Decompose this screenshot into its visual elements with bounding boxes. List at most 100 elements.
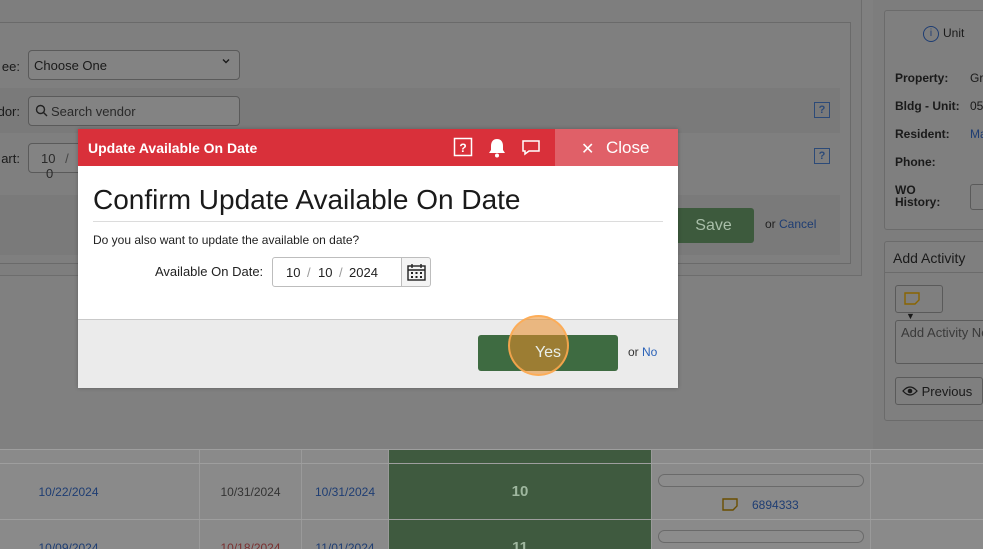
table-cell bbox=[652, 450, 871, 463]
close-label: Close bbox=[606, 138, 650, 157]
table-row: 10/22/2024 10/31/2024 10/31/2024 10 6894… bbox=[0, 463, 983, 519]
modal-header: Update Available On Date ? ✕ Close bbox=[78, 129, 678, 166]
table-cell bbox=[302, 450, 389, 463]
table-cell-date-link[interactable]: 11/01/2024 bbox=[302, 541, 388, 549]
calendar-icon bbox=[407, 263, 426, 284]
table-cell-date-link[interactable]: 10/22/2024 bbox=[0, 485, 199, 499]
note-type-dropdown[interactable]: ▼ bbox=[895, 285, 943, 321]
add-activity-title: Add Activity bbox=[893, 250, 966, 266]
start-day: 0 bbox=[46, 166, 54, 181]
note-link[interactable]: 6894333 bbox=[752, 498, 799, 512]
resident-link[interactable]: Ma bbox=[970, 127, 983, 141]
add-activity-panel: Add Activity ▼ Add Activity No Previous bbox=[884, 241, 983, 421]
table-cell bbox=[200, 450, 302, 463]
bldg-unit-label: Bldg - Unit: bbox=[895, 99, 960, 113]
chevron-down-icon bbox=[221, 56, 231, 69]
progress-bar bbox=[658, 530, 864, 543]
modal-title: Update Available On Date bbox=[88, 140, 258, 156]
table-cell bbox=[0, 450, 200, 463]
or-text: or bbox=[628, 345, 639, 359]
add-activity-input[interactable]: Add Activity No bbox=[895, 320, 983, 364]
vendor-search-placeholder: Search vendor bbox=[51, 104, 136, 119]
help-icon[interactable]: ? bbox=[814, 148, 830, 164]
sticky-note-icon bbox=[722, 497, 738, 514]
start-month: 10 bbox=[41, 151, 56, 166]
table-cell-date: 10/18/2024 bbox=[220, 541, 281, 549]
vendor-search-input[interactable]: Search vendor bbox=[28, 96, 240, 126]
vendor-row: dor: Search vendor ? bbox=[0, 88, 840, 133]
table-cell-date-link[interactable]: 10/31/2024 bbox=[302, 485, 388, 499]
table-cell-date-link[interactable]: 10/09/2024 bbox=[0, 541, 199, 549]
calendar-button[interactable] bbox=[401, 257, 431, 287]
search-icon bbox=[35, 104, 48, 120]
assignee-select[interactable]: Choose One bbox=[28, 50, 240, 80]
start-label: art: bbox=[1, 151, 20, 166]
modal-question: Do you also want to update the available… bbox=[93, 233, 360, 247]
table-cell-count: 10 bbox=[389, 464, 652, 519]
unit-heading-label: Unit bbox=[943, 26, 965, 41]
divider bbox=[885, 272, 983, 273]
count-value: 11 bbox=[512, 539, 528, 549]
bldg-unit-value: 05 bbox=[970, 99, 983, 113]
help-icon[interactable]: ? bbox=[453, 137, 475, 159]
modal-footer: Yes or No bbox=[78, 315, 678, 388]
table-cell bbox=[389, 450, 652, 463]
work-order-table: 10/22/2024 10/31/2024 10/31/2024 10 6894… bbox=[0, 449, 983, 549]
history-label: History: bbox=[895, 195, 941, 209]
svg-text:?: ? bbox=[459, 141, 466, 155]
no-link[interactable]: No bbox=[642, 345, 657, 359]
vendor-label: dor: bbox=[0, 104, 20, 119]
bell-icon[interactable] bbox=[486, 137, 508, 159]
table-cell: 10/22/2024 bbox=[0, 464, 200, 519]
or-no: or No bbox=[628, 345, 657, 359]
yes-label: Yes bbox=[534, 344, 562, 361]
modal-heading: Confirm Update Available On Date bbox=[93, 184, 521, 215]
date-month[interactable]: 10 bbox=[286, 265, 300, 280]
or-text: or bbox=[765, 217, 776, 231]
resident-label: Resident: bbox=[895, 127, 950, 141]
table-cell: 6894333 bbox=[652, 464, 871, 519]
table-cell: 11/01/2024 bbox=[302, 520, 389, 549]
or-cancel: or Cancel bbox=[765, 217, 816, 231]
table-cell: 10/18/2024 bbox=[200, 520, 302, 549]
property-label: Property: bbox=[895, 71, 949, 85]
date-year[interactable]: 2024 bbox=[349, 265, 378, 280]
date-separator: / bbox=[307, 265, 311, 280]
date-separator: / bbox=[339, 265, 343, 280]
phone-label: Phone: bbox=[895, 155, 936, 169]
wo-history-button[interactable] bbox=[970, 184, 983, 210]
save-button[interactable]: Save bbox=[673, 208, 754, 243]
table-row bbox=[0, 449, 983, 463]
progress-bar bbox=[658, 474, 864, 487]
divider bbox=[93, 221, 663, 222]
info-icon: i bbox=[923, 26, 939, 42]
date-day[interactable]: 10 bbox=[318, 265, 332, 280]
previous-button[interactable]: Previous bbox=[895, 377, 983, 405]
eye-icon bbox=[902, 384, 922, 399]
table-cell-date: 10/31/2024 bbox=[220, 485, 281, 499]
cancel-link[interactable]: Cancel bbox=[779, 217, 816, 231]
close-button[interactable]: ✕ Close bbox=[555, 129, 678, 166]
table-cell: 10/09/2024 bbox=[0, 520, 200, 549]
unit-heading: i Unit bbox=[923, 26, 964, 42]
property-value: Gr bbox=[970, 71, 983, 85]
table-cell-count: 11 bbox=[389, 520, 652, 549]
table-row: 10/09/2024 10/18/2024 11/01/2024 11 bbox=[0, 519, 983, 549]
comment-icon[interactable] bbox=[521, 137, 543, 159]
table-cell bbox=[652, 520, 871, 549]
start-sep: / bbox=[65, 151, 69, 166]
close-icon: ✕ bbox=[581, 141, 595, 158]
available-on-date-label: Available On Date: bbox=[155, 264, 264, 279]
yes-button[interactable]: Yes bbox=[478, 315, 618, 376]
help-icon[interactable]: ? bbox=[814, 102, 830, 118]
assignee-select-value: Choose One bbox=[34, 58, 107, 73]
previous-label: Previous bbox=[921, 384, 973, 399]
unit-info-panel: i Unit Property: Gr Bldg - Unit: 05 Resid… bbox=[884, 10, 983, 230]
update-available-date-modal: Update Available On Date ? ✕ Close Confi… bbox=[78, 129, 678, 388]
count-value: 10 bbox=[511, 483, 529, 500]
table-cell: 10/31/2024 bbox=[200, 464, 302, 519]
available-on-date-input[interactable]: 10 / 10 / 2024 bbox=[272, 257, 431, 287]
table-cell: 10/31/2024 bbox=[302, 464, 389, 519]
sticky-note-icon bbox=[904, 292, 920, 308]
assignee-label: ee: bbox=[1, 59, 20, 74]
